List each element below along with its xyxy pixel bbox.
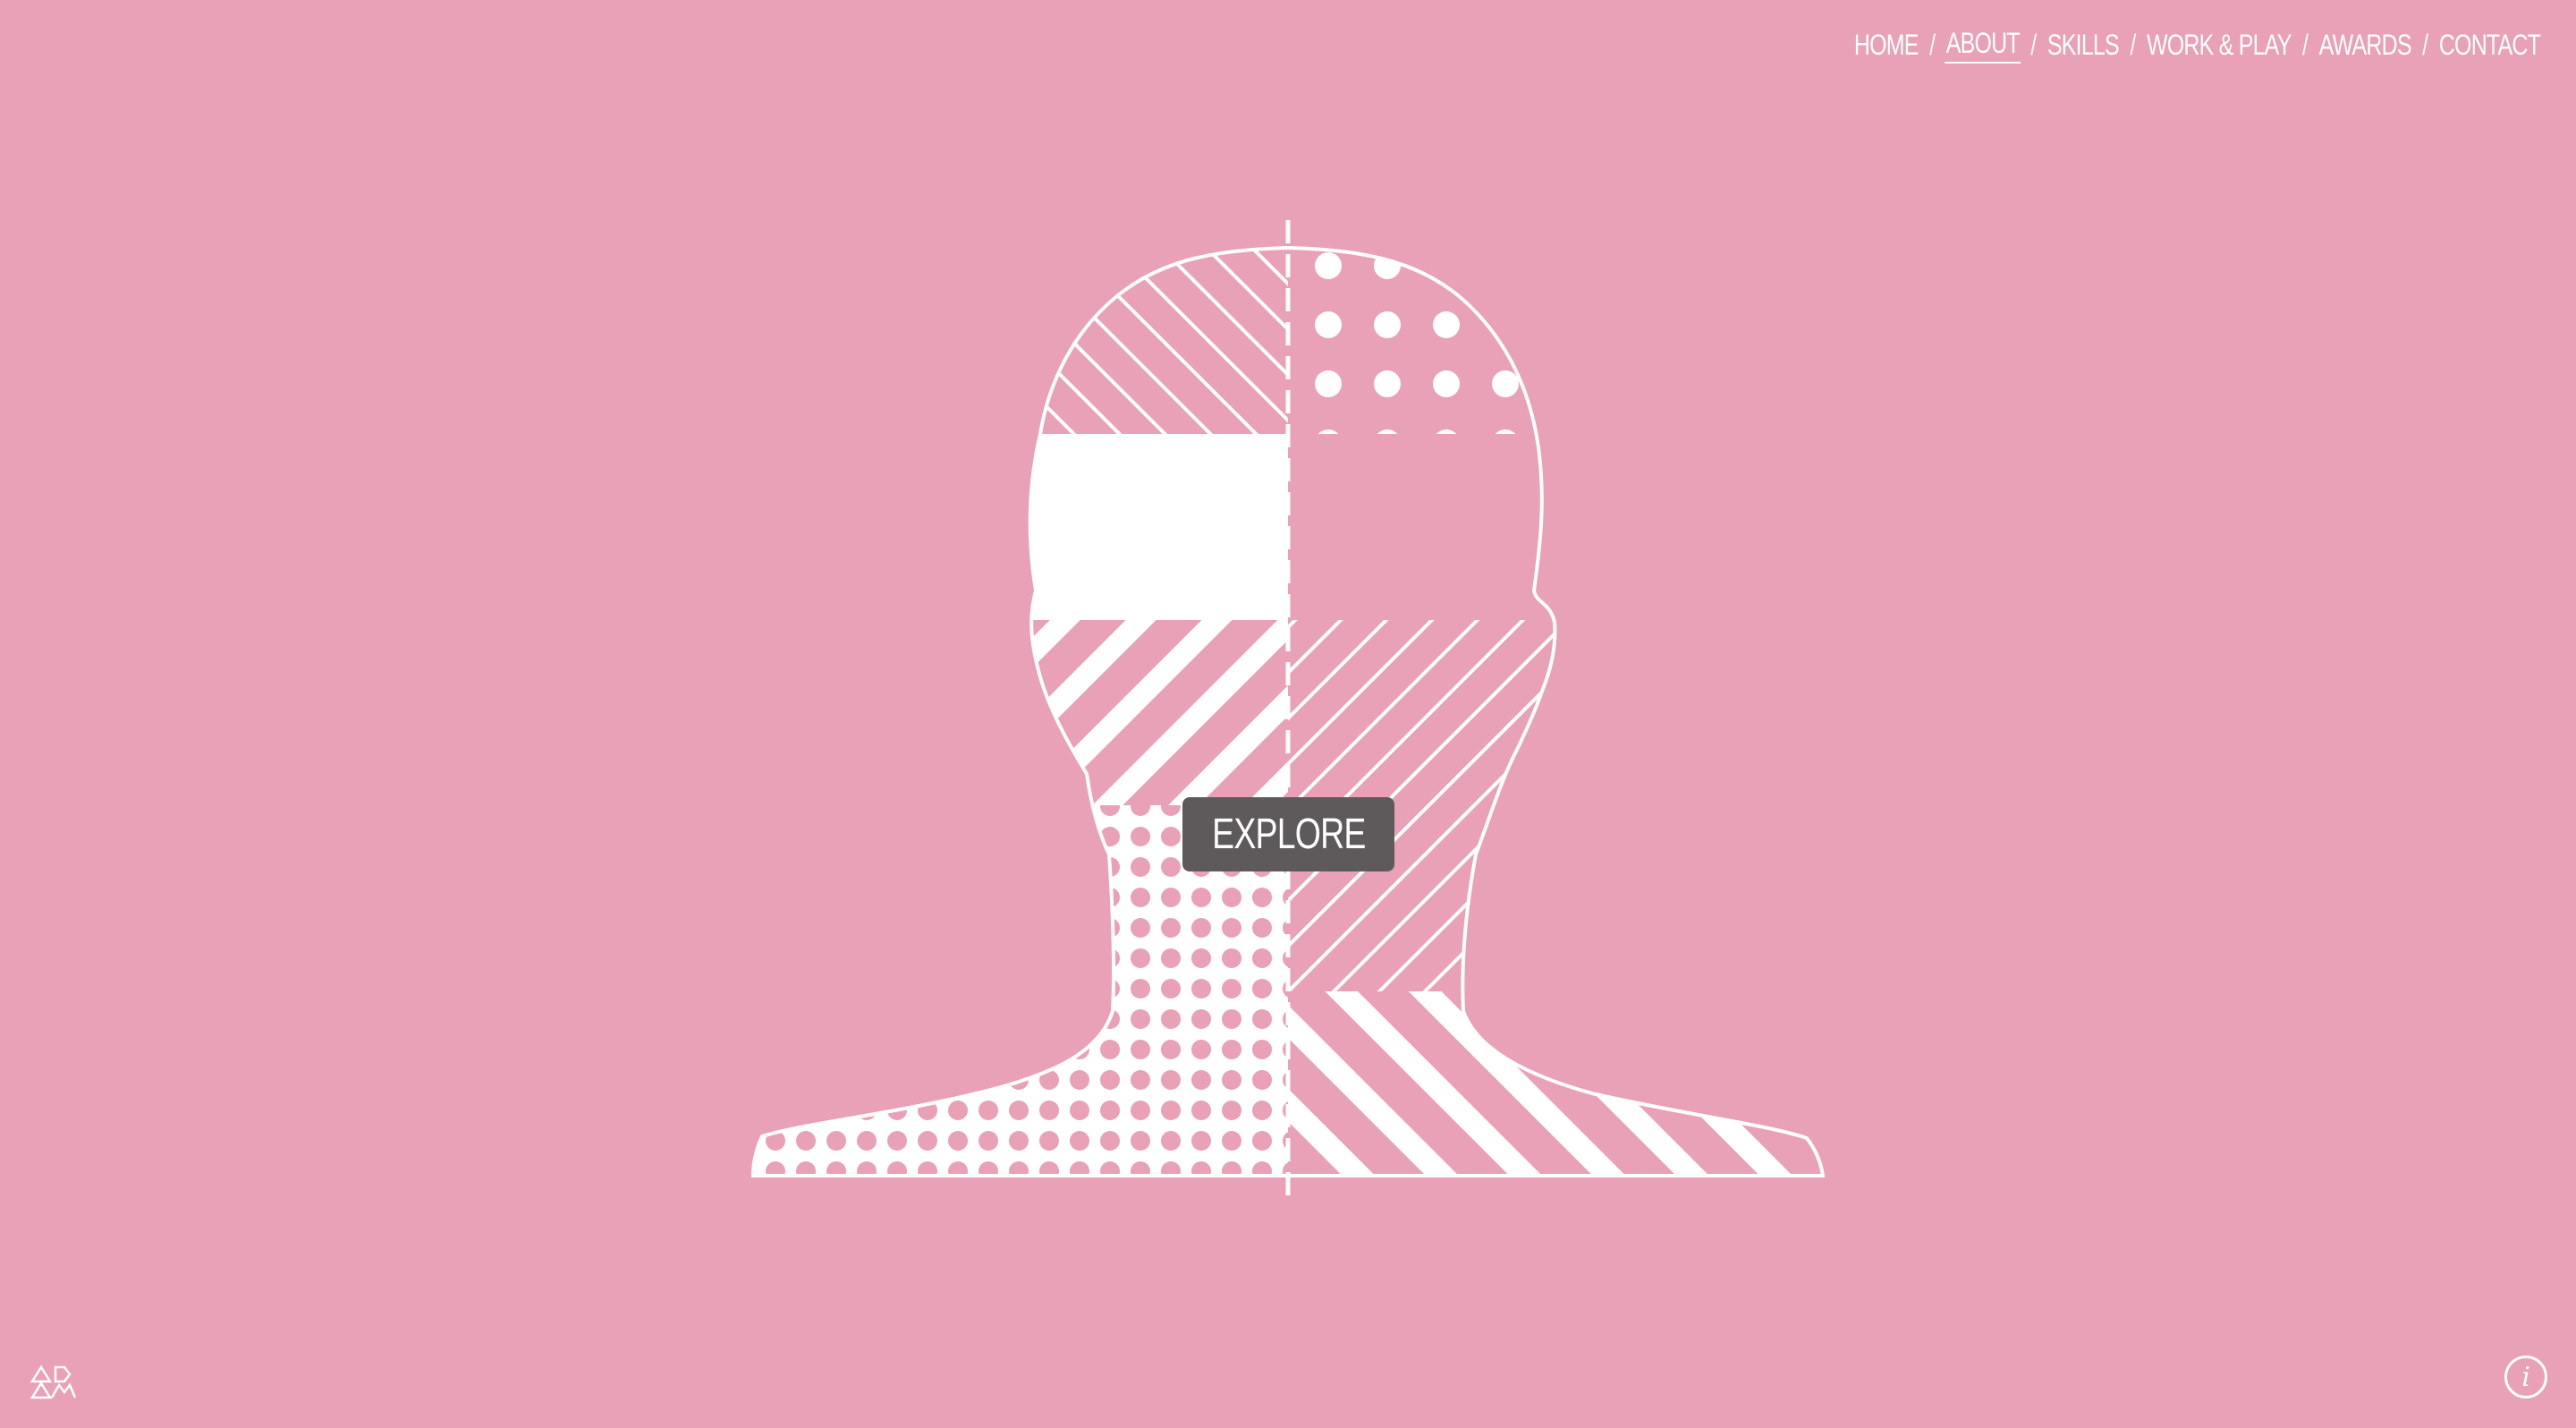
info-icon-label: i [2521,1361,2530,1393]
triangle-logo-icon[interactable] [29,1364,77,1401]
explore-button[interactable]: Explore [1182,797,1394,871]
head-silhouette-illustration [750,220,1826,1203]
explore-button-label: Explore [1211,811,1366,858]
info-icon[interactable]: i [2504,1356,2547,1398]
hero-illustration [0,0,2576,1424]
